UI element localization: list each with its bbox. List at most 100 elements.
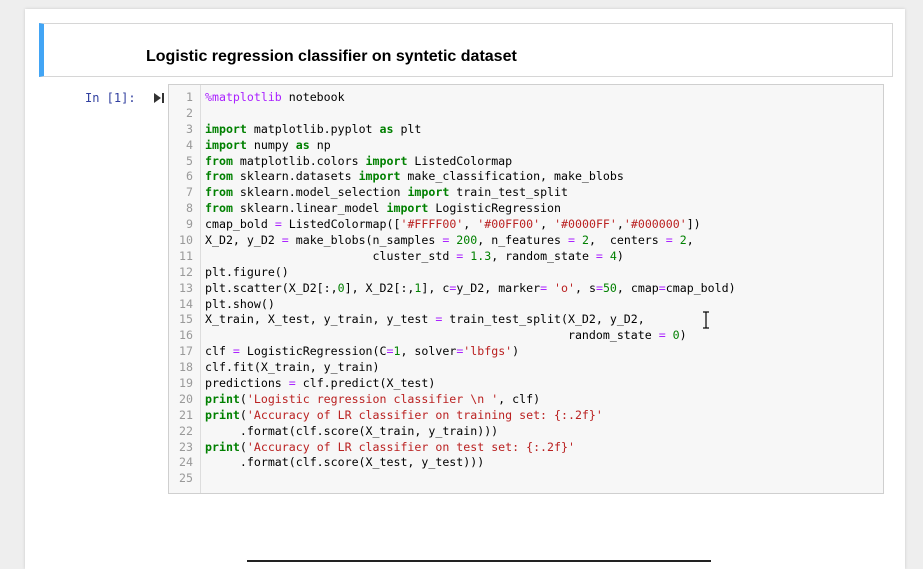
code-token: numpy [246, 137, 296, 152]
code-line: 8 from sklearn.linear_model import Logist… [169, 201, 736, 217]
code-line: 3 import matplotlib.pyplot as plt [169, 122, 736, 138]
code-token: %matplotlib [205, 90, 282, 104]
markdown-cell[interactable]: Logistic regression classifier on syntet… [39, 23, 893, 77]
line-number: 12 [179, 264, 193, 279]
code-text: predictions = clf.predict(X_test) [193, 376, 435, 392]
code-line: 20 print('Logistic regression classifier … [169, 392, 736, 408]
code-token: = [595, 280, 603, 295]
code-token: ]) [686, 217, 701, 232]
code-token: ListedColormap [407, 153, 513, 168]
code-line: 18 clf.fit(X_train, y_train) [169, 360, 736, 376]
code-text: .format(clf.score(X_train, y_train))) [193, 424, 498, 440]
code-token: predictions [205, 376, 289, 391]
line-number: 3 [186, 121, 193, 136]
code-text: clf = LogisticRegression(C=1, solver='lb… [193, 344, 519, 360]
code-token: 4 [609, 248, 617, 263]
line-number: 7 [186, 185, 193, 200]
code-token: from [205, 185, 233, 200]
code-line: 5 from matplotlib.colors import ListedCol… [169, 154, 736, 170]
code-text: %matplotlib notebook [193, 90, 345, 106]
code-token: ( [239, 407, 247, 422]
code-token: import [205, 137, 247, 152]
line-number: 11 [179, 248, 193, 263]
code-token: random_state [205, 328, 659, 343]
code-token: matplotlib.colors [232, 153, 366, 168]
code-token: ( [239, 439, 247, 454]
code-token: , random_state [491, 248, 596, 263]
code-token: from [205, 201, 233, 216]
code-token: from [205, 153, 233, 168]
code-line: 4 import numpy as np [169, 138, 736, 154]
code-token: '#FFFF00' [400, 217, 464, 232]
code-line: 11 cluster_std = 1.3, random_state = 4) [169, 249, 736, 265]
line-number: 25 [179, 471, 193, 486]
code-text: plt.figure() [193, 265, 289, 281]
code-line: 14 plt.show() [169, 297, 736, 313]
code-text: print('Logistic regression classifier \n… [193, 392, 540, 408]
code-token: ], c [421, 280, 450, 295]
line-number: 10 [179, 233, 193, 248]
code-line: 19 predictions = clf.predict(X_test) [169, 376, 736, 392]
code-token: , solver [400, 344, 457, 359]
code-text: plt.scatter(X_D2[:,0], X_D2[:,1], c=y_D2… [193, 281, 736, 297]
code-token: 2 [679, 233, 687, 248]
code-token: as [379, 121, 394, 136]
code-token: .format(clf.score(X_train, y_train))) [205, 423, 499, 438]
code-token: import [407, 185, 450, 200]
code-text: import matplotlib.pyplot as plt [193, 122, 421, 138]
line-number: 17 [179, 344, 193, 359]
code-token: import [386, 201, 429, 216]
code-text: .format(clf.score(X_test, y_test))) [193, 455, 484, 471]
code-line: 9 cmap_bold = ListedColormap(['#FFFF00', … [169, 217, 736, 233]
code-line: 16 random_state = 0) [169, 328, 736, 344]
code-token: 'Accuracy of LR classifier on training s… [246, 407, 603, 422]
code-token: , n_features [477, 233, 568, 248]
code-token: , [463, 217, 478, 232]
code-token: '#000000' [623, 217, 687, 232]
code-token: plt.figure() [205, 264, 289, 279]
text-cursor-icon [703, 311, 709, 329]
code-token: = [568, 233, 575, 248]
code-line: 1 %matplotlib notebook [169, 90, 736, 106]
code-token: , [686, 233, 694, 248]
line-number: 24 [179, 455, 193, 470]
input-prompt: In [1]: [85, 91, 136, 105]
code-token: matplotlib.pyplot [246, 121, 380, 136]
code-line: 23 print('Accuracy of LR classifier on te… [169, 440, 736, 456]
code-token: cluster_std [205, 248, 457, 263]
line-number: 21 [179, 407, 193, 422]
code-line: 21 print('Accuracy of LR classifier on tr… [169, 408, 736, 424]
code-line: 12 plt.figure() [169, 265, 736, 281]
code-cell-editor[interactable]: 1 %matplotlib notebook 2 3 import matplotlib… [168, 84, 884, 494]
code-token: , clf) [498, 391, 541, 406]
code-token: clf.fit(X_train, y_train) [205, 360, 380, 375]
code-line: 6 from sklearn.datasets import make_class… [169, 169, 736, 185]
notebook-page: Logistic regression classifier on syntet… [25, 9, 905, 569]
code-text: from sklearn.model_selection import trai… [193, 185, 568, 201]
code-line: 2 [169, 106, 736, 122]
line-number: 14 [179, 296, 193, 311]
code-token: clf [205, 344, 233, 359]
code-token: sklearn.model_selection [232, 185, 408, 200]
run-cell-icon[interactable] [153, 91, 165, 105]
code-line: 24 .format(clf.score(X_test, y_test))) [169, 455, 736, 471]
line-number: 4 [186, 137, 193, 152]
code-line: 25 [169, 471, 736, 487]
code-token: LogisticRegression(C [239, 344, 387, 359]
code-token: cmap_bold [205, 217, 275, 232]
line-number: 20 [179, 391, 193, 406]
code-line: 7 from sklearn.model_selection import tra… [169, 185, 736, 201]
code-token: = [232, 344, 240, 359]
code-token: 200 [456, 233, 478, 248]
code-token: ) [616, 248, 624, 263]
code-line: 22 .format(clf.score(X_train, y_train))) [169, 424, 736, 440]
code-token: , centers [588, 233, 666, 248]
code-token: 0 [337, 280, 345, 295]
code-token: 1.3 [470, 248, 492, 263]
code-text: from sklearn.linear_model import Logisti… [193, 201, 561, 217]
code-token: '#0000FF' [554, 217, 617, 232]
code-token: 50 [602, 280, 617, 295]
code-line: 15 X_train, X_test, y_train, y_test = tra… [169, 312, 736, 328]
